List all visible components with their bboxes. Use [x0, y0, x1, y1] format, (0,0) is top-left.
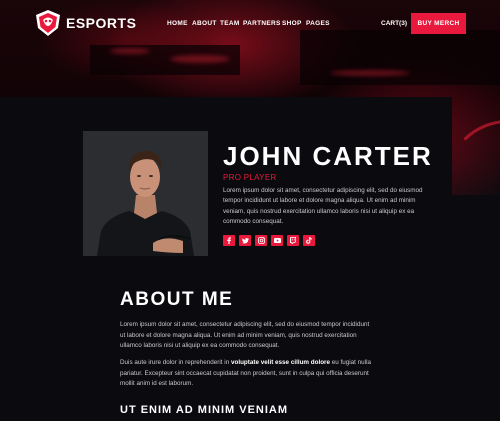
tiktok-icon[interactable]: [303, 235, 315, 246]
social-links: [223, 235, 315, 246]
about-paragraph-2: Duis aute irure dolor in reprehenderit i…: [120, 358, 375, 390]
about-title: ABOUT ME: [120, 289, 234, 310]
cart-link[interactable]: CART(3): [381, 20, 407, 27]
nav-shop[interactable]: SHOP: [282, 20, 302, 27]
youtube-icon[interactable]: [271, 235, 283, 246]
about-paragraph-1: Lorem ipsum dolor sit amet, consectetur …: [120, 321, 370, 350]
brand-name[interactable]: ESPORTS: [66, 15, 136, 31]
section-subtitle: UT ENIM AD MINIM VENIAM: [120, 404, 289, 416]
nav-partners[interactable]: PARTNERS: [243, 20, 281, 27]
instagram-icon[interactable]: [255, 235, 267, 246]
nav-pages[interactable]: PAGES: [306, 20, 330, 27]
player-bio: Lorem ipsum dolor sit amet, consectetur …: [223, 187, 423, 226]
nav-about[interactable]: ABOUT: [192, 20, 217, 27]
logo-icon[interactable]: [34, 9, 62, 37]
twitter-icon[interactable]: [239, 235, 251, 246]
nav-home[interactable]: HOME: [167, 20, 188, 27]
twitch-icon[interactable]: [287, 235, 299, 246]
player-role: PRO PLAYER: [223, 173, 277, 182]
about-p2-bold: voluptate velit esse cillum dolore: [230, 359, 331, 366]
about-p2-start: Duis aute irure dolor in reprehenderit i…: [120, 359, 231, 366]
nav-team[interactable]: TEAM: [220, 20, 240, 27]
player-photo: [83, 131, 208, 256]
player-name: JOHN CARTER: [223, 141, 433, 171]
buy-merch-button[interactable]: BUY MERCH: [411, 13, 466, 34]
facebook-icon[interactable]: [223, 235, 235, 246]
